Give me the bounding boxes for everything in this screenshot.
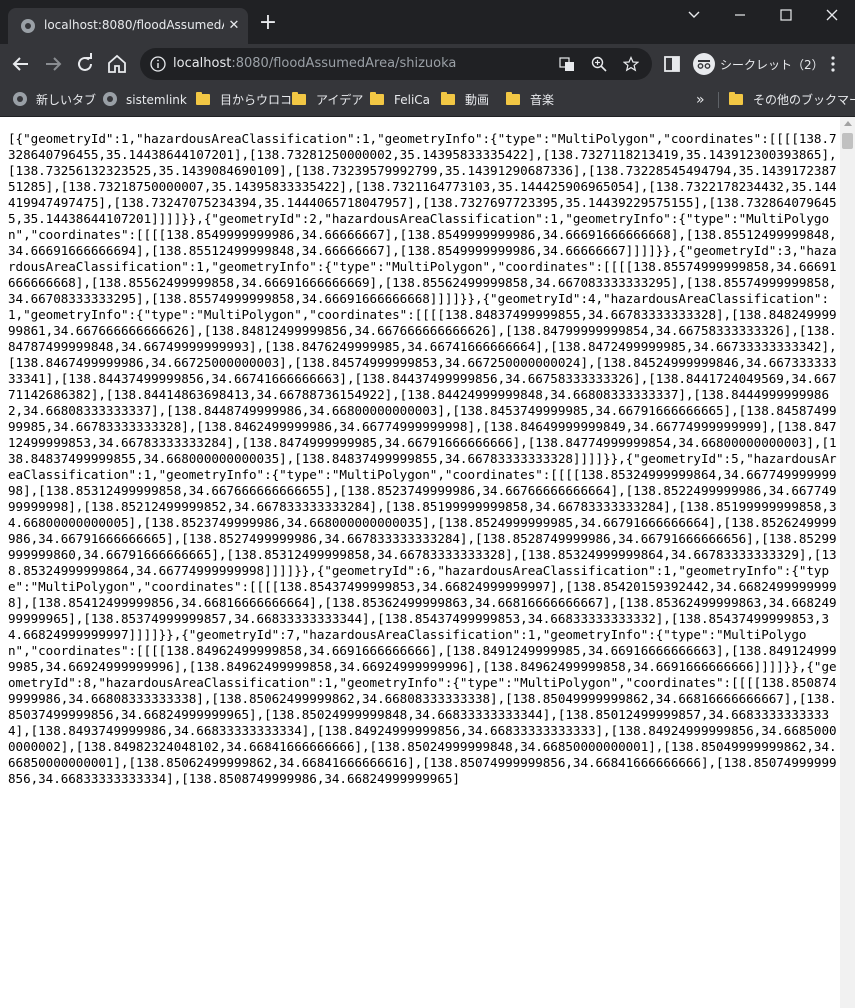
folder-icon — [292, 92, 306, 105]
home-icon — [108, 54, 126, 73]
new-tab-button[interactable]: + — [256, 12, 280, 36]
bookmark-label: アイデア — [316, 93, 364, 107]
bookmark-label: 動画 — [465, 93, 490, 107]
incognito-label: シークレット（2） — [720, 58, 824, 72]
side-panel-icon — [664, 56, 680, 72]
bookmark-label: 音楽 — [530, 93, 555, 107]
incognito-icon — [693, 53, 715, 75]
json-response-text: [{"geometryId":1,"hazardousAreaClassific… — [8, 131, 837, 786]
close-icon[interactable]: ✕ — [226, 18, 242, 34]
arrow-right-icon — [46, 57, 62, 71]
home-button[interactable] — [105, 52, 129, 76]
forward-button[interactable] — [41, 52, 65, 76]
bookmark-folder-music[interactable]: 音楽 — [506, 90, 554, 110]
maximize-button[interactable] — [763, 0, 809, 30]
side-panel-button[interactable] — [660, 52, 684, 76]
bookmark-folder-video[interactable]: 動画 — [441, 90, 489, 110]
scrollbar-thumb[interactable] — [842, 133, 853, 149]
folder-icon — [196, 92, 210, 105]
star-icon[interactable] — [623, 56, 639, 72]
minimize-icon — [735, 14, 745, 16]
tab-strip: localhost:8080/floodAssumedAre ✕ + — [0, 0, 855, 44]
reload-icon — [78, 53, 92, 71]
more-vert-icon — [831, 56, 835, 72]
scroll-up-icon[interactable] — [844, 121, 852, 126]
globe-icon — [103, 92, 117, 106]
tab-search-button[interactable] — [671, 0, 717, 30]
zoom-icon[interactable] — [591, 56, 607, 72]
bookmark-folder-felica[interactable]: FeliCa — [370, 90, 430, 110]
url-host: localhost — [173, 56, 232, 71]
toolbar: localhost:8080/floodAssumedArea/shizuoka… — [0, 44, 855, 84]
bookmark-label: 目からウロコ — [220, 93, 293, 107]
bookmark-new-tab[interactable]: 新しいタブ — [12, 90, 96, 110]
url-path: :8080/floodAssumedArea/shizuoka — [231, 56, 457, 71]
bookmark-label: sistemlink — [126, 93, 187, 107]
folder-icon — [370, 92, 384, 105]
browser-tab[interactable]: localhost:8080/floodAssumedAre ✕ — [8, 8, 248, 44]
folder-icon — [506, 92, 520, 105]
bookmark-folder-other[interactable]: その他のブックマーク — [729, 90, 855, 110]
url-text[interactable]: localhost:8080/floodAssumedArea/shizuoka — [173, 56, 456, 71]
arrow-left-icon — [12, 57, 28, 71]
translate-icon[interactable] — [559, 56, 575, 72]
close-icon — [826, 9, 838, 21]
bookmark-sistemlink[interactable]: sistemlink — [102, 90, 187, 110]
back-button[interactable] — [9, 52, 33, 76]
bookmarks-divider — [718, 92, 719, 108]
bookmarks-overflow-button[interactable]: » — [696, 90, 705, 110]
bookmark-folder-idea[interactable]: アイデア — [292, 90, 363, 110]
bookmark-label: 新しいタブ — [36, 93, 97, 107]
tab-title: localhost:8080/floodAssumedAre — [44, 18, 224, 32]
page-content: [{"geometryId":1,"hazardousAreaClassific… — [0, 117, 855, 1008]
folder-icon — [441, 92, 455, 105]
bookmarks-bar: 新しいタブ sistemlink 目からウロコ アイデア FeliCa 動画 音… — [0, 84, 855, 117]
globe-icon — [21, 19, 35, 33]
incognito-indicator[interactable]: シークレット（2） — [690, 50, 824, 78]
minimize-button[interactable] — [717, 0, 763, 30]
maximize-icon — [780, 9, 792, 21]
bookmark-label: その他のブックマーク — [753, 93, 855, 107]
bookmark-label: FeliCa — [394, 93, 431, 107]
window-close-button[interactable] — [809, 0, 855, 30]
vertical-scrollbar[interactable] — [840, 117, 855, 1008]
bookmark-folder-meKaraUroko[interactable]: 目からウロコ — [196, 90, 292, 110]
address-bar[interactable]: localhost:8080/floodAssumedArea/shizuoka — [140, 48, 652, 80]
menu-button[interactable] — [821, 52, 845, 76]
chevron-down-icon — [688, 11, 700, 18]
globe-icon — [13, 92, 27, 106]
reload-button[interactable] — [73, 52, 97, 76]
info-icon[interactable] — [150, 56, 166, 72]
folder-icon — [729, 92, 743, 105]
